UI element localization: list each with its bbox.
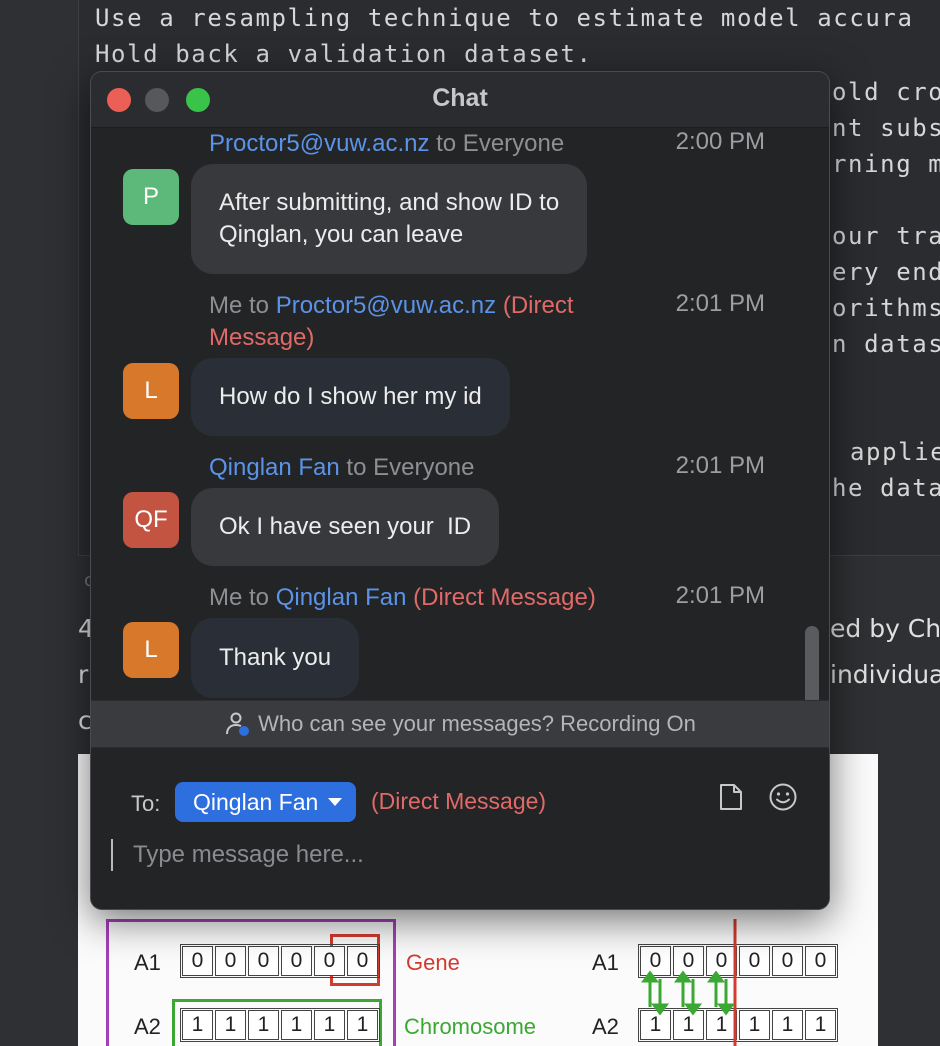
message-text: Ok I have seen your ID [219,513,472,540]
recipient-scope: to Everyone [346,454,475,481]
message-meta: Qinglan Fan to Everyone [209,452,639,484]
gene-cell: 1 [314,1010,345,1040]
row-label: A2 [592,1014,619,1039]
message-text: Thank you [219,644,332,671]
avatar: P [123,169,179,225]
emoji-icon [769,783,797,811]
code-fragment: n datas [832,330,940,358]
title-bar: Chat [91,72,829,128]
recipient-dropdown[interactable]: Qinglan Fan [175,782,357,822]
message-bubble: After submitting, and show ID to Qinglan… [191,164,588,274]
message-bubble: Ok I have seen your ID [191,488,500,566]
sender-name[interactable]: Proctor5@vuw.ac.nz [209,130,429,157]
gene-cell: 1 [182,1010,213,1040]
message-time: 2:00 PM [675,128,765,155]
code-line: Use a resampling technique to estimate m… [95,4,914,32]
scrollbar[interactable] [805,626,819,700]
chromosome-label: Chromosome [404,1014,537,1039]
recipient-name[interactable]: Proctor5@vuw.ac.nz [276,292,496,319]
gene-cell: 0 [248,946,279,976]
row-label: A2 [134,1014,161,1039]
code-fragment: he data [832,474,940,502]
code-fragment: applie [850,438,940,466]
prose-fragment: individua [830,660,940,689]
message-text: Qinglan, you can leave [219,221,464,248]
sender-name[interactable]: Qinglan Fan [209,454,340,481]
code-fragment: orithms [832,294,940,322]
gene-cell: 0 [215,946,246,976]
gene-cell: 1 [281,1010,312,1040]
gene-label: Gene [406,950,460,975]
gene-cells-a2: 1 1 1 1 1 1 [180,1008,380,1042]
gene-cells-a1: 0 0 0 0 0 0 [180,944,380,978]
message-input-row [111,836,809,874]
message-bubble: Thank you [191,618,360,698]
message-input[interactable] [133,841,733,869]
message-time: 2:01 PM [675,582,765,609]
row-label: A1 [592,950,619,975]
emoji-button[interactable] [765,779,801,815]
message-text: After submitting, and show ID to [219,189,560,216]
gene-cell: 0 [182,946,213,976]
code-fragment: nt subs [832,114,940,142]
to-label: To: [131,791,161,816]
gene-cell: 0 [314,946,345,976]
share-file-button[interactable] [713,779,749,815]
message-text: How do I show her my id [219,383,482,410]
message-time: 2:01 PM [675,290,765,317]
sender-prefix: Me to [209,292,276,319]
swap-arrows [641,970,735,1016]
avatar: L [123,622,179,678]
gene-cell: 1 [347,1010,378,1040]
gene-cell: 1 [215,1010,246,1040]
code-fragment: our tra [832,222,940,250]
gene-cell: 0 [347,946,378,976]
visibility-notice[interactable]: Who can see your messages? Recording On [91,700,829,748]
code-fragment: rning m [832,150,940,178]
message-composer: To: Qinglan Fan (Direct Message) [91,748,829,909]
direct-message-label: (Direct Message) [371,788,547,814]
direct-message-tag: (Direct Message) [413,584,596,611]
message-meta: Proctor5@vuw.ac.nz to Everyone [209,128,639,160]
gene-cell: 0 [281,946,312,976]
code-fragment: ery end [832,258,940,286]
avatar: L [123,363,179,419]
message-meta: Me to Qinglan Fan (Direct Message) [209,582,669,614]
row-label: A1 [134,950,161,975]
chat-window: Chat Proctor5@vuw.ac.nz to Everyone 2:00… [90,71,830,910]
message-time: 2:01 PM [675,452,765,479]
privacy-user-icon [226,712,250,736]
notice-text: Who can see your messages? Recording On [258,711,696,736]
chevron-down-icon [328,798,343,806]
message-bubble: How do I show her my id [191,358,510,436]
prose-fragment: ed by Ch [830,614,940,643]
prose-fragment: r [78,660,89,689]
message-list[interactable]: Proctor5@vuw.ac.nz to Everyone 2:00 PM P… [91,128,829,700]
recipient-name: Qinglan Fan [193,788,319,815]
message-meta: Me to Proctor5@vuw.ac.nz (Direct Message… [209,290,639,354]
avatar: QF [123,492,179,548]
gene-cell: 1 [248,1010,279,1040]
code-line: Hold back a validation dataset. [95,40,593,68]
text-cursor [111,839,113,871]
sender-prefix: Me to [209,584,276,611]
recipient-name[interactable]: Qinglan Fan [276,584,407,611]
recipient-scope: to Everyone [436,130,565,157]
code-fragment: old cro [832,78,940,106]
crossover-arrows [641,919,737,1046]
window-title: Chat [432,84,488,112]
file-icon [720,784,742,810]
